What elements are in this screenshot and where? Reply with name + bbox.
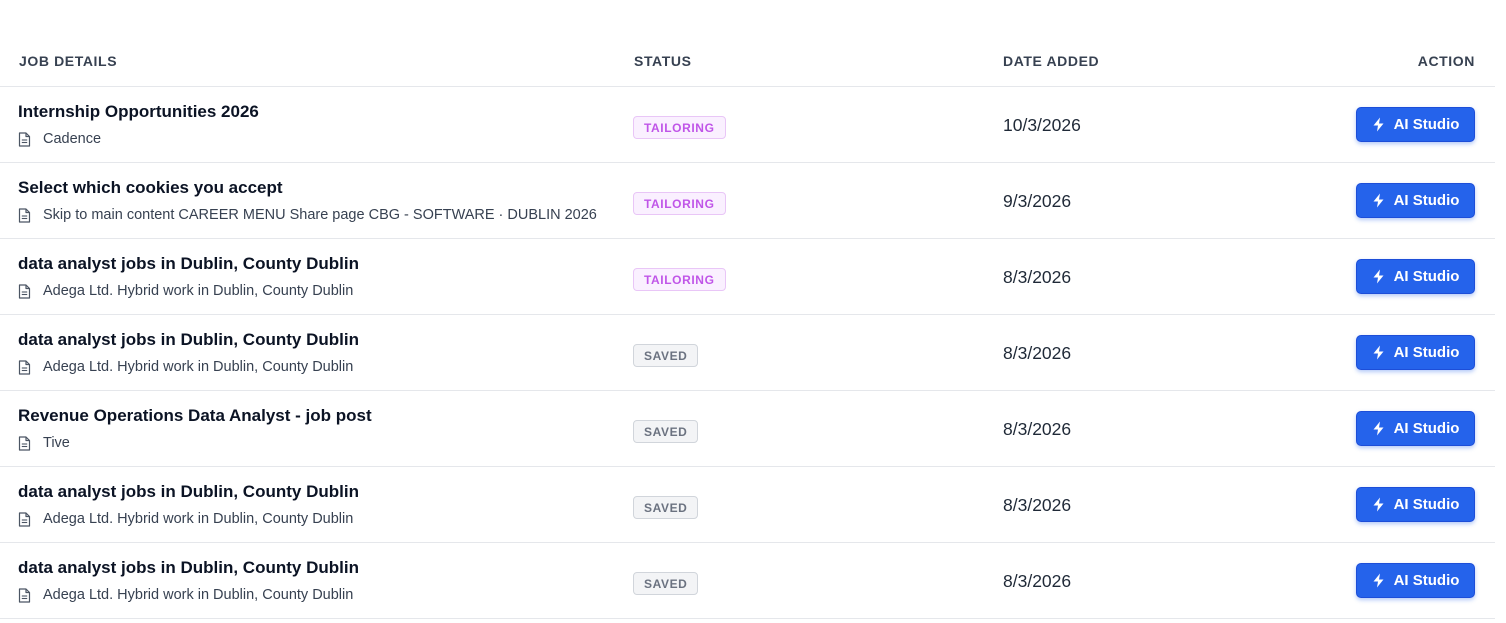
lightning-bolt-icon <box>1373 193 1384 208</box>
job-company: Adega Ltd. Hybrid work in Dublin, County… <box>43 283 354 299</box>
date-added: 8/3/2026 <box>1003 571 1072 591</box>
column-header-job-details: JOB DETAILS <box>19 53 118 69</box>
lightning-bolt-icon <box>1373 117 1384 132</box>
job-company: Cadence <box>43 131 102 147</box>
date-added: 8/3/2026 <box>1003 495 1072 515</box>
job-company: Adega Ltd. Hybrid work in Dublin, County… <box>43 587 354 603</box>
ai-studio-button[interactable]: AI Studio <box>1356 259 1475 294</box>
job-company-line: Skip to main content CAREER MENU Share p… <box>18 206 613 224</box>
column-header-action: ACTION <box>1417 53 1475 69</box>
job-title[interactable]: data analyst jobs in Dublin, County Dubl… <box>18 254 359 274</box>
table-row[interactable]: Select which cookies you accept Skip to … <box>0 163 1495 239</box>
job-company: Adega Ltd. Hybrid work in Dublin, County… <box>43 511 354 527</box>
date-added: 10/3/2026 <box>1003 115 1081 135</box>
jobs-table: JOB DETAILS STATUS DATE ADDED ACTION Int… <box>0 0 1495 619</box>
job-company: Skip to main content CAREER MENU Share p… <box>43 207 597 223</box>
document-icon <box>18 359 31 375</box>
job-title[interactable]: data analyst jobs in Dublin, County Dubl… <box>18 558 359 578</box>
document-icon <box>18 435 31 451</box>
table-row[interactable]: data analyst jobs in Dublin, County Dubl… <box>0 543 1495 619</box>
job-title[interactable]: Revenue Operations Data Analyst - job po… <box>18 406 372 426</box>
job-company-line: Cadence <box>18 130 613 148</box>
lightning-bolt-icon <box>1373 497 1384 512</box>
table-row[interactable]: data analyst jobs in Dublin, County Dubl… <box>0 467 1495 543</box>
job-title[interactable]: Select which cookies you accept <box>18 178 283 198</box>
job-company-line: Adega Ltd. Hybrid work in Dublin, County… <box>18 510 613 528</box>
job-company-line: Adega Ltd. Hybrid work in Dublin, County… <box>18 586 613 604</box>
document-icon <box>18 511 31 527</box>
date-added: 8/3/2026 <box>1003 343 1072 363</box>
column-header-status: STATUS <box>634 53 692 69</box>
ai-studio-button[interactable]: AI Studio <box>1356 183 1475 218</box>
ai-studio-label: AI Studio <box>1393 496 1460 513</box>
date-added: 9/3/2026 <box>1003 191 1072 211</box>
table-row[interactable]: data analyst jobs in Dublin, County Dubl… <box>0 239 1495 315</box>
ai-studio-button[interactable]: AI Studio <box>1356 335 1475 370</box>
status-badge: SAVED <box>633 572 699 595</box>
status-badge: TAILORING <box>633 192 726 215</box>
ai-studio-button[interactable]: AI Studio <box>1356 107 1475 142</box>
lightning-bolt-icon <box>1373 269 1384 284</box>
document-icon <box>18 207 31 223</box>
job-company-line: Tive <box>18 434 613 452</box>
lightning-bolt-icon <box>1373 573 1384 588</box>
table-row[interactable]: Revenue Operations Data Analyst - job po… <box>0 391 1495 467</box>
status-badge: SAVED <box>633 420 699 443</box>
job-title[interactable]: data analyst jobs in Dublin, County Dubl… <box>18 482 359 502</box>
table-row[interactable]: data analyst jobs in Dublin, County Dubl… <box>0 315 1495 391</box>
job-title[interactable]: data analyst jobs in Dublin, County Dubl… <box>18 330 359 350</box>
lightning-bolt-icon <box>1373 421 1384 436</box>
ai-studio-label: AI Studio <box>1393 344 1460 361</box>
job-company: Adega Ltd. Hybrid work in Dublin, County… <box>43 359 354 375</box>
ai-studio-button[interactable]: AI Studio <box>1356 411 1475 446</box>
ai-studio-label: AI Studio <box>1393 268 1460 285</box>
column-header-date-added: DATE ADDED <box>1003 53 1100 69</box>
document-icon <box>18 131 31 147</box>
ai-studio-button[interactable]: AI Studio <box>1356 487 1475 522</box>
table-header: JOB DETAILS STATUS DATE ADDED ACTION <box>0 0 1495 87</box>
job-title[interactable]: Internship Opportunities 2026 <box>18 102 259 122</box>
document-icon <box>18 587 31 603</box>
status-badge: TAILORING <box>633 268 726 291</box>
job-company-line: Adega Ltd. Hybrid work in Dublin, County… <box>18 282 613 300</box>
date-added: 8/3/2026 <box>1003 267 1072 287</box>
status-badge: SAVED <box>633 496 699 519</box>
job-company-line: Adega Ltd. Hybrid work in Dublin, County… <box>18 358 613 376</box>
date-added: 8/3/2026 <box>1003 419 1072 439</box>
document-icon <box>18 283 31 299</box>
ai-studio-label: AI Studio <box>1393 192 1460 209</box>
ai-studio-label: AI Studio <box>1393 420 1460 437</box>
ai-studio-button[interactable]: AI Studio <box>1356 563 1475 598</box>
ai-studio-label: AI Studio <box>1393 572 1460 589</box>
status-badge: TAILORING <box>633 116 726 139</box>
ai-studio-label: AI Studio <box>1393 116 1460 133</box>
lightning-bolt-icon <box>1373 345 1384 360</box>
table-row[interactable]: Internship Opportunities 2026 Cadence TA… <box>0 87 1495 163</box>
status-badge: SAVED <box>633 344 699 367</box>
job-company: Tive <box>43 435 70 451</box>
